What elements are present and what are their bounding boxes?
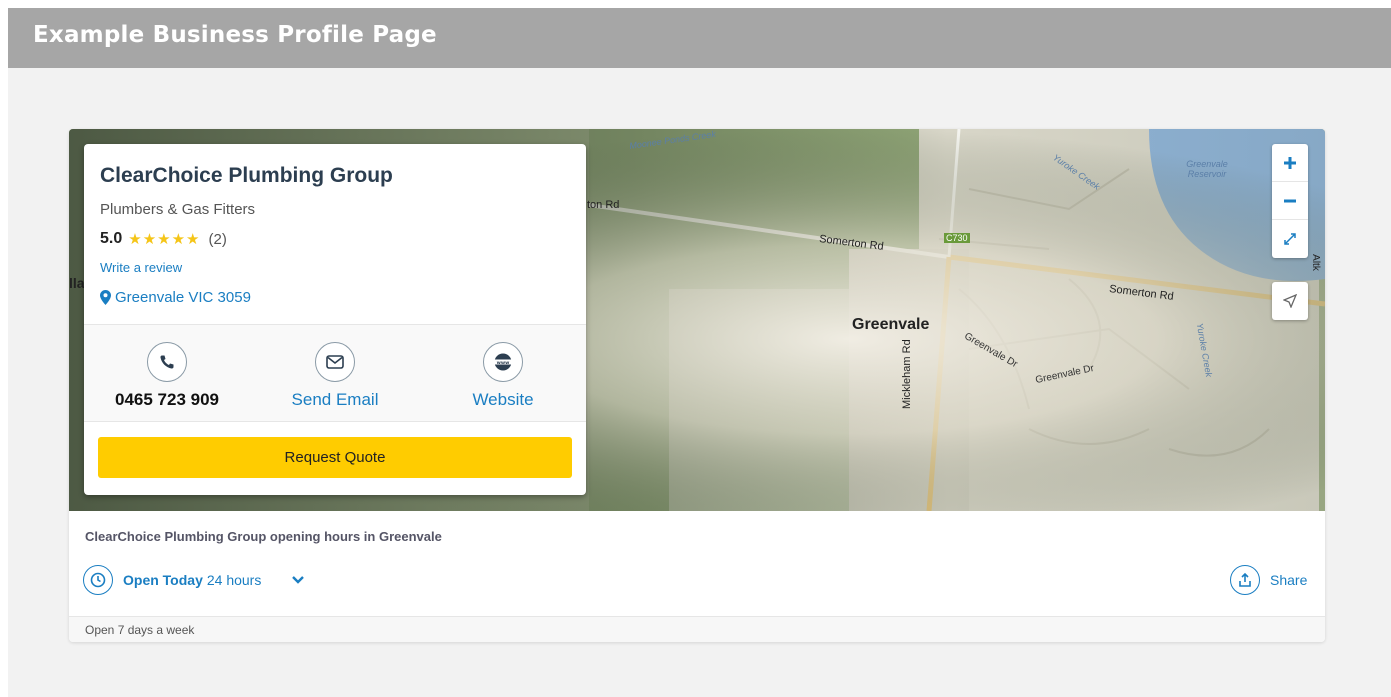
rating-score: 5.0 [100,230,123,247]
business-info-box: ClearChoice Plumbing Group Plumbers & Ga… [84,144,586,495]
call-action[interactable]: 0465 723 909 [87,342,247,410]
opening-hours-row: Open Today 24 hours [83,565,305,595]
star-icons: ★★★★★ [128,231,201,248]
map-pin-icon [100,290,111,305]
open-status: Open Today [123,572,203,588]
location-text: Greenvale VIC 3059 [115,289,251,306]
page-frame: Example Business Profile Page Greenvale … [8,8,1391,697]
globe-www-icon: www [483,342,523,382]
review-count[interactable]: (2) [209,231,227,248]
expand-hours-button[interactable] [291,575,305,585]
phone-number: 0465 723 909 [115,390,219,409]
map-zoom-controls [1272,144,1308,258]
clock-icon [83,565,113,595]
expand-icon [1284,233,1296,245]
chevron-down-icon [292,576,305,584]
map-label-road-fragment: Altk [1309,254,1321,271]
business-location-link[interactable]: Greenvale VIC 3059 [100,289,251,306]
phone-icon [147,342,187,382]
map-label-mickleham-rd: Mickleham Rd [901,339,913,409]
share-button[interactable]: Share [1230,565,1307,595]
map[interactable]: Greenvale Somerton Rd Somerton Rd ton Rd… [69,129,1325,511]
zoom-out-button[interactable] [1272,182,1308,220]
send-email-action[interactable]: Send Email [255,342,415,410]
open-days-note: Open 7 days a week [85,623,195,637]
open-hours-text: 24 hours [206,572,262,588]
map-label-reservoir: Greenvale Reservoir [1186,159,1228,179]
location-arrow-icon [1283,294,1297,308]
divider [84,421,586,422]
plus-icon [1284,156,1296,169]
rating: 5.0 ★★★★★ (2) [100,230,227,248]
share-icon [1230,565,1260,595]
request-quote-button[interactable]: Request Quote [98,437,572,478]
map-label-route-badge: C730 [944,233,970,243]
zoom-in-button[interactable] [1272,144,1308,182]
website-label: Website [472,390,534,409]
map-label-place-fragment: lla [69,275,85,291]
hours-footer: Open 7 days a week [69,616,1325,642]
page-header: Example Business Profile Page [8,8,1391,68]
opening-hours-title: ClearChoice Plumbing Group opening hours… [85,529,442,544]
write-review-link[interactable]: Write a review [100,260,182,275]
website-action[interactable]: www Website [423,342,583,410]
minus-icon [1284,199,1296,202]
send-email-label: Send Email [291,390,379,409]
page-title: Example Business Profile Page [33,22,437,48]
business-name: ClearChoice Plumbing Group [100,164,393,187]
business-category: Plumbers & Gas Fitters [100,201,256,218]
svg-text:www: www [497,361,510,366]
locate-me-button[interactable] [1272,282,1308,320]
envelope-icon [315,342,355,382]
fullscreen-button[interactable] [1272,220,1308,258]
map-label-greenvale: Greenvale [852,316,930,333]
share-label: Share [1270,572,1308,588]
business-card: Greenvale Somerton Rd Somerton Rd ton Rd… [69,129,1325,642]
map-label-road-fragment: ton Rd [587,199,620,211]
